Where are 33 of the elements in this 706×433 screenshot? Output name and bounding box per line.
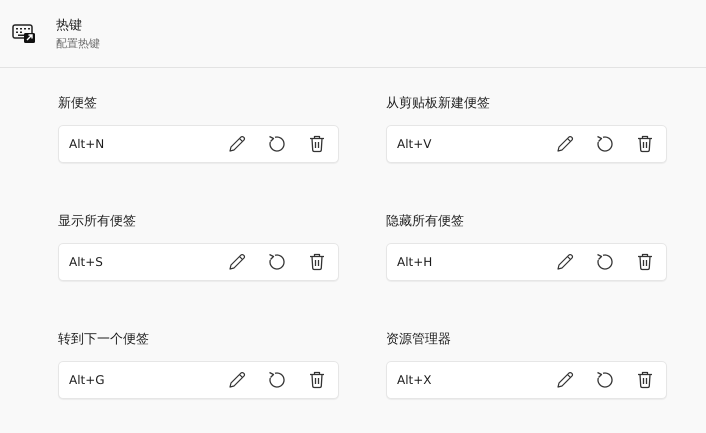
trash-icon bbox=[635, 134, 655, 154]
reset-icon bbox=[267, 134, 287, 154]
reset-icon bbox=[595, 252, 615, 272]
pencil-icon bbox=[555, 134, 575, 154]
trash-icon bbox=[307, 134, 327, 154]
reset-icon bbox=[267, 252, 287, 272]
hotkey-value: Alt+V bbox=[397, 137, 433, 151]
hotkey-value: Alt+X bbox=[397, 373, 433, 387]
hotkey-label: 显示所有便签 bbox=[58, 213, 137, 230]
hotkey-value: Alt+G bbox=[69, 373, 106, 387]
trash-icon bbox=[635, 370, 655, 390]
hotkey-label: 新便签 bbox=[58, 95, 98, 112]
hotkey-label: 资源管理器 bbox=[386, 331, 452, 348]
pencil-icon bbox=[227, 252, 247, 272]
hotkey-label: 隐藏所有便签 bbox=[386, 213, 465, 230]
pencil-icon bbox=[227, 134, 247, 154]
section-title: 热键 bbox=[56, 17, 83, 34]
reset-icon bbox=[267, 370, 287, 390]
keyboard-icon bbox=[12, 24, 36, 44]
section-subtitle: 配置热键 bbox=[56, 36, 100, 51]
reset-icon bbox=[595, 134, 615, 154]
trash-icon bbox=[635, 252, 655, 272]
pencil-icon bbox=[555, 370, 575, 390]
hotkey-label: 从剪贴板新建便签 bbox=[386, 95, 491, 112]
hotkey-value: Alt+N bbox=[69, 137, 106, 151]
pencil-icon bbox=[555, 252, 575, 272]
reset-icon bbox=[595, 370, 615, 390]
trash-icon bbox=[307, 252, 327, 272]
trash-icon bbox=[307, 370, 327, 390]
hotkey-value: Alt+H bbox=[397, 255, 434, 269]
hotkey-value: Alt+S bbox=[69, 255, 104, 269]
pencil-icon bbox=[227, 370, 247, 390]
hotkey-label: 转到下一个便签 bbox=[58, 331, 150, 348]
